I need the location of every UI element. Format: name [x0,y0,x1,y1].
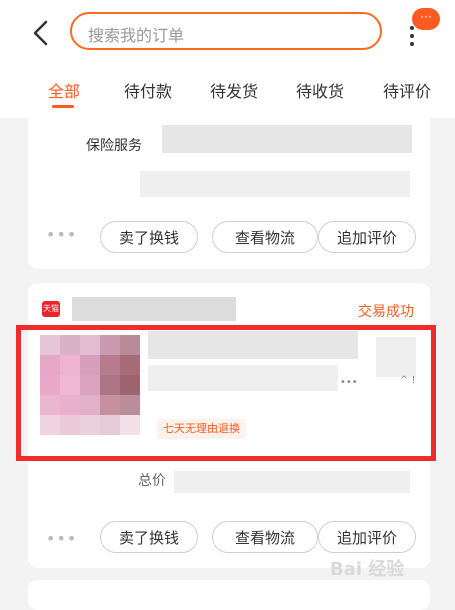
tab-pending-shipment[interactable]: 待发货 [210,78,258,102]
view-logistics-button[interactable]: 查看物流 [212,521,318,553]
watermark: Bai 经验 [330,559,405,580]
header: 搜索我的订单 ··· 全部 待付款 待发货 待收货 待评价 [0,0,455,118]
insurance-label: 保险服务 [86,138,142,154]
tab-pending-review[interactable]: 待评价 [383,78,431,102]
view-logistics-button[interactable]: 查看物流 [212,221,318,253]
sell-button[interactable]: 卖了换钱 [100,521,198,553]
blurred-text [140,171,410,197]
total-price-label: 总价 [138,473,166,489]
blurred-store-name[interactable] [72,297,236,321]
chevron-left-icon [33,20,48,46]
blurred-total-amount [174,471,410,493]
active-tab-indicator [52,105,74,108]
tab-pending-payment[interactable]: 待付款 [124,78,172,102]
dot-icon [410,26,414,30]
search-input[interactable]: 搜索我的订单 [70,12,382,50]
blurred-text [162,125,412,153]
tab-pending-receipt[interactable]: 待收货 [296,78,344,102]
add-review-button[interactable]: 追加评价 [318,221,416,253]
tab-all[interactable]: 全部 [48,78,80,102]
message-badge[interactable]: ··· [412,8,440,30]
dot-icon [410,42,414,46]
dot-icon [410,34,414,38]
back-button[interactable] [26,16,56,50]
order-status: 交易成功 [358,304,414,320]
more-icon[interactable]: ••• [46,529,77,548]
tmall-store-icon: 天猫 [42,301,60,317]
highlight-box [16,325,436,461]
order-card [28,580,430,610]
search-placeholder: 搜索我的订单 [88,26,185,45]
add-review-button[interactable]: 追加评价 [318,521,416,553]
order-card: 保险服务 ••• 卖了换钱 查看物流 追加评价 [28,117,430,269]
more-icon[interactable]: ••• [46,225,77,244]
more-menu-button[interactable] [405,26,419,54]
order-tabs: 全部 待付款 待发货 待收货 待评价 [0,74,455,114]
sell-button[interactable]: 卖了换钱 [100,221,198,253]
